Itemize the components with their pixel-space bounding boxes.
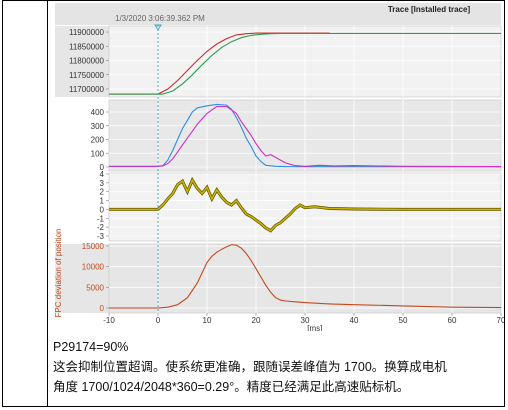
y-tick-label: 0 [100,304,105,313]
left-column [3,1,48,406]
y-tick-label: 4 [100,170,105,179]
trace-chart-panel: 1/3/2020 3:06:39.362 PM Trace [Installed … [49,1,506,333]
caption-line-1: P29174=90% [53,340,129,354]
y-tick-label: 300 [91,122,105,131]
timestamp-label: 1/3/2020 3:06:39.362 PM [115,14,205,23]
caption: P29174=90% 这会抑制位置超调。使系统更准确，跟随误差峰值为 1700。… [53,337,503,397]
x-axis-label: [ms] [307,324,322,331]
x-tick-label: -10 [103,316,115,325]
x-tick-label: 60 [448,316,457,325]
caption-line-2: 这会抑制位置超调。使系统更准确，跟随误差峰值为 1700。换算成电机 [53,360,447,374]
y-tick-label: -1 [97,214,105,223]
y-tick-label: -2 [97,223,105,232]
x-tick-label: 40 [350,316,359,325]
y-tick-label: -3 [97,232,105,241]
y-tick-label: 11800000 [69,57,105,66]
x-tick-label: 50 [399,316,408,325]
y-tick-label: 11850000 [69,42,105,51]
y-tick-label: 5000 [86,283,104,292]
y-tick-label: 11900000 [69,28,105,37]
y-tick-label: 2 [100,188,105,197]
y-tick-label: 10000 [82,263,105,272]
y-axis-label: FPC deviation of position [54,229,63,318]
y-tick-label: 200 [91,136,105,145]
document-frame: 1/3/2020 3:06:39.362 PM Trace [Installed … [2,0,506,407]
y-tick-label: 11750000 [69,71,105,80]
y-tick-label: 1 [100,197,105,206]
y-tick-label: 15000 [82,242,105,251]
caption-line-3: 角度 1700/1024/2048*360=0.29°。精度已经满足此高速贴标机… [53,380,410,394]
x-tick-label: 20 [252,316,261,325]
trace-title: Trace [Installed trace] [388,5,471,14]
x-tick-label: 10 [203,316,212,325]
y-tick-label: 0 [100,205,105,214]
y-tick-label: 3 [100,179,105,188]
trace-chart: 1/3/2020 3:06:39.362 PM Trace [Installed … [49,1,506,333]
y-tick-label: 100 [91,149,105,158]
x-tick-label: 0 [156,316,161,325]
y-tick-label: 11700000 [69,85,105,94]
x-tick-label: 70 [497,316,504,325]
y-tick-label: 400 [91,108,105,117]
